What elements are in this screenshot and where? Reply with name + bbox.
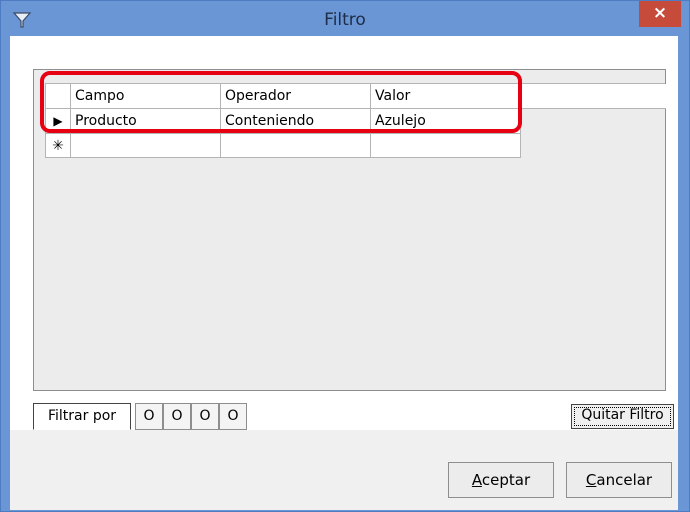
close-button[interactable]: × — [639, 1, 681, 27]
accept-button[interactable]: Aceptar — [448, 462, 554, 498]
cell-campo-new[interactable] — [71, 134, 221, 158]
cell-valor-new[interactable] — [371, 134, 521, 158]
cancel-button[interactable]: Cancelar — [566, 462, 672, 498]
cell-operador-new[interactable] — [221, 134, 371, 158]
window-title: Filtro — [324, 10, 366, 30]
column-header-campo[interactable]: Campo — [71, 84, 221, 109]
grid-top-border — [45, 83, 665, 84]
remove-filter-button[interactable]: Quitar Filtro — [571, 404, 674, 429]
column-header-operador[interactable]: Operador — [221, 84, 371, 109]
row-indicator-current: ▶ — [45, 109, 71, 134]
accept-label: ceptar — [481, 471, 531, 489]
cancel-label: ancelar — [596, 471, 653, 489]
tab-or-3[interactable]: O — [191, 403, 219, 430]
accept-mnemonic: A — [471, 471, 482, 489]
cell-operador[interactable]: Conteniendo — [221, 109, 371, 134]
row-header-corner — [45, 84, 71, 109]
tab-or-4[interactable]: O — [219, 403, 247, 430]
row-indicator-new: ✳ — [45, 134, 71, 158]
cancel-mnemonic: C — [585, 471, 597, 489]
cell-campo[interactable]: Producto — [71, 109, 221, 134]
tab-or-1[interactable]: O — [135, 403, 163, 430]
cell-valor[interactable]: Azulejo — [371, 109, 521, 134]
tab-or-2[interactable]: O — [163, 403, 191, 430]
column-header-valor[interactable]: Valor — [371, 84, 521, 109]
column-header-empty — [521, 84, 666, 109]
tab-filter-by[interactable]: Filtrar por — [33, 403, 131, 430]
title-bar[interactable]: Filtro × — [1, 1, 689, 37]
